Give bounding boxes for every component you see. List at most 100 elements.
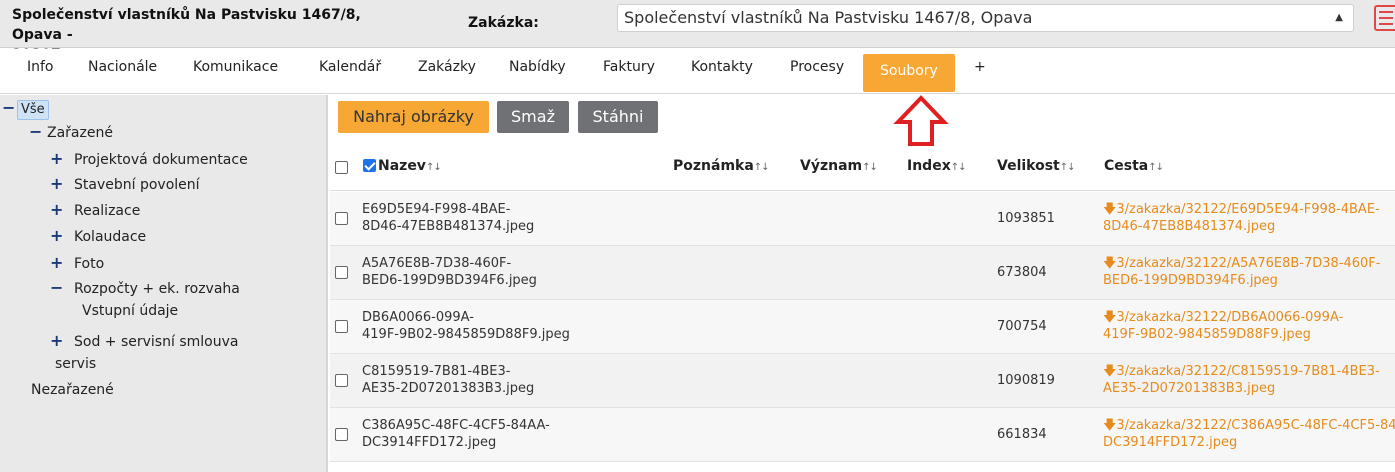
file-path-line[interactable]: 419F-9B02-9845859D88F9.jpeg xyxy=(1103,326,1395,343)
table-header: Nazev↑↓ Poznámka↑↓ Význam↑↓ Index↑↓ Veli… xyxy=(330,141,1395,191)
sort-icon[interactable]: ↑↓ xyxy=(951,162,967,173)
tab-kontakty[interactable]: Kontakty xyxy=(691,59,753,75)
tree-item-realizace[interactable]: + Realizace xyxy=(50,200,140,219)
file-name: C386A95C-48FC-4CF5-84AA- DC3914FFD172.jpe… xyxy=(362,417,592,451)
tree-item-label: Nezařazené xyxy=(31,382,114,398)
upload-images-button[interactable]: Nahraj obrázky xyxy=(338,101,489,133)
download-button[interactable]: Stáhni xyxy=(578,101,658,133)
tab-info[interactable]: Info xyxy=(27,59,54,75)
file-name: A5A76E8B-7D38-460F- BED6-199D9BD394F6.jpe… xyxy=(362,255,592,289)
file-name: E69D5E94-F998-4BAE- 8D46-47EB8B481374.jpe… xyxy=(362,201,592,235)
expand-icon[interactable]: + xyxy=(50,226,74,245)
tree-item-label: Projektová dokumentace xyxy=(74,152,248,168)
file-name-line: 8D46-47EB8B481374.jpeg xyxy=(362,219,535,234)
file-table: Nazev↑↓ Poznámka↑↓ Význam↑↓ Index↑↓ Veli… xyxy=(330,141,1395,472)
tab-nabidky[interactable]: Nabídky xyxy=(509,59,566,75)
header-bar: Společenství vlastníků Na Pastvisku 1467… xyxy=(0,0,1395,63)
column-header-index[interactable]: Index↑↓ xyxy=(907,158,966,174)
collapse-icon[interactable]: − xyxy=(50,278,74,297)
file-path-line[interactable]: DC3914FFD172.jpeg xyxy=(1103,434,1395,451)
tab-soubory[interactable]: Soubory xyxy=(863,54,955,92)
tree-item-kolaudace[interactable]: + Kolaudace xyxy=(50,226,146,245)
name-column-checkbox[interactable] xyxy=(363,159,376,172)
select-all-checkbox[interactable] xyxy=(335,161,348,174)
tab-procesy[interactable]: Procesy xyxy=(790,59,844,75)
file-path-line[interactable]: 🡇3/zakazka/32122/C8159519-7B81-4BE3- xyxy=(1103,363,1395,380)
file-path-line[interactable]: 🡇3/zakazka/32122/A5A76E8B-7D38-460F- xyxy=(1103,255,1395,272)
tab-zakazky[interactable]: Zakázky xyxy=(418,59,476,75)
file-name-line: AE35-2D07201383B3.jpeg xyxy=(362,381,535,396)
tree-item-vstupni[interactable]: Vstupní údaje xyxy=(82,303,178,319)
file-path-line[interactable]: 🡇3/zakazka/32122/C386A95C-48FC-4CF5-84AA… xyxy=(1103,417,1395,434)
tree-item-label: Stavební povolení xyxy=(74,177,200,193)
file-path-line[interactable]: 🡇3/zakazka/32122/DB6A0066-099A- xyxy=(1103,309,1395,326)
tree-root-label[interactable]: Vše xyxy=(17,100,49,120)
file-name-line: 419F-9B02-9845859D88F9.jpeg xyxy=(362,327,570,342)
file-path-line[interactable]: AE35-2D07201383B3.jpeg xyxy=(1103,380,1395,397)
table-row[interactable]: E69D5E94-F998-4BAE- 8D46-47EB8B481374.jpe… xyxy=(330,192,1395,246)
collapse-icon[interactable]: − xyxy=(29,122,47,141)
column-header-name[interactable]: Nazev↑↓ xyxy=(378,158,442,174)
tree-item-stavebni[interactable]: + Stavební povolení xyxy=(50,174,200,193)
project-title-line1: Společenství vlastníků Na Pastvisku 1467… xyxy=(12,7,361,43)
tree-item-label: servis xyxy=(55,356,97,372)
expand-icon[interactable]: + xyxy=(50,174,74,193)
tab-nacionale[interactable]: Nacionále xyxy=(88,59,157,75)
expand-icon[interactable]: + xyxy=(50,331,74,350)
table-row[interactable]: C8159519-7B81-4BE3- AE35-2D07201383B3.jpe… xyxy=(330,354,1395,408)
tab-faktury[interactable]: Faktury xyxy=(603,59,655,75)
column-header-path[interactable]: Cesta↑↓ xyxy=(1104,158,1164,174)
sort-icon[interactable]: ↑↓ xyxy=(1148,162,1164,173)
sort-icon[interactable]: ↑↓ xyxy=(862,162,878,173)
file-path-line[interactable]: 8D46-47EB8B481374.jpeg xyxy=(1103,218,1395,235)
tree-item-projektova[interactable]: + Projektová dokumentace xyxy=(50,149,248,168)
zakazka-select[interactable]: Společenství vlastníků Na Pastvisku 1467… xyxy=(617,4,1354,32)
expand-icon[interactable]: + xyxy=(50,253,74,272)
file-path-line[interactable]: 🡇3/zakazka/32122/E69D5E94-F998-4BAE- xyxy=(1103,201,1395,218)
tree-item-nezarazene[interactable]: Nezařazené xyxy=(31,382,114,398)
row-checkbox[interactable] xyxy=(335,320,348,333)
tab-kalendar[interactable]: Kalendář xyxy=(319,59,381,75)
file-path-link[interactable]: 🡇3/zakazka/32122/A5A76E8B-7D38-460F- BED6… xyxy=(1103,255,1395,289)
row-checkbox[interactable] xyxy=(335,374,348,387)
tab-add[interactable]: + xyxy=(974,59,986,75)
tree-item-servis[interactable]: servis xyxy=(55,356,96,372)
sort-icon[interactable]: ↑↓ xyxy=(1060,162,1076,173)
file-path-link[interactable]: 🡇3/zakazka/32122/C8159519-7B81-4BE3- AE35… xyxy=(1103,363,1395,397)
file-name: DB6A0066-099A- 419F-9B02-9845859D88F9.jpe… xyxy=(362,309,592,343)
sort-icon[interactable]: ↑↓ xyxy=(754,162,770,173)
document-icon[interactable] xyxy=(1374,5,1395,31)
tree-item-rozpocty[interactable]: − Rozpočty + ek. rozvaha xyxy=(50,278,240,297)
file-name-line: C386A95C-48FC-4CF5-84AA- xyxy=(362,418,550,433)
file-path-link[interactable]: 🡇3/zakazka/32122/E69D5E94-F998-4BAE- 8D46… xyxy=(1103,201,1395,235)
row-checkbox[interactable] xyxy=(335,428,348,441)
row-checkbox[interactable] xyxy=(335,212,348,225)
tree-root[interactable]: − Vše xyxy=(2,98,49,120)
tab-bar: Info Nacionále Komunikace Kalendář Zakáz… xyxy=(0,49,1395,94)
column-index-label: Index xyxy=(907,158,951,174)
column-header-note[interactable]: Poznámka↑↓ xyxy=(673,158,770,174)
tree-item-zarazene[interactable]: − Zařazené xyxy=(29,122,113,141)
table-row[interactable]: A5A76E8B-7D38-460F- BED6-199D9BD394F6.jpe… xyxy=(330,246,1395,300)
tree-item-label: Sod + servisní smlouva xyxy=(74,334,239,350)
delete-button[interactable]: Smaž xyxy=(497,101,569,133)
file-path-link[interactable]: 🡇3/zakazka/32122/C386A95C-48FC-4CF5-84AA… xyxy=(1103,417,1395,451)
tree-item-foto[interactable]: + Foto xyxy=(50,253,104,272)
table-row[interactable]: DB6A0066-099A- 419F-9B02-9845859D88F9.jpe… xyxy=(330,300,1395,354)
column-header-meaning[interactable]: Význam↑↓ xyxy=(800,158,878,174)
row-checkbox[interactable] xyxy=(335,266,348,279)
sort-icon[interactable]: ↑↓ xyxy=(426,162,442,173)
tab-komunikace[interactable]: Komunikace xyxy=(193,59,278,75)
column-header-size[interactable]: Velikost↑↓ xyxy=(997,158,1076,174)
column-path-label: Cesta xyxy=(1104,158,1149,174)
column-name-label: Nazev xyxy=(378,158,426,174)
expand-icon[interactable]: + xyxy=(50,200,74,219)
file-path-link[interactable]: 🡇3/zakazka/32122/DB6A0066-099A- 419F-9B02… xyxy=(1103,309,1395,343)
table-row[interactable]: C386A95C-48FC-4CF5-84AA- DC3914FFD172.jpe… xyxy=(330,408,1395,462)
file-name-line: DB6A0066-099A- xyxy=(362,310,474,325)
tree-item-sod[interactable]: + Sod + servisní smlouva xyxy=(50,331,238,350)
tree-item-label: Realizace xyxy=(74,203,141,219)
expand-icon[interactable]: + xyxy=(50,149,74,168)
file-path-line[interactable]: BED6-199D9BD394F6.jpeg xyxy=(1103,272,1395,289)
collapse-icon[interactable]: − xyxy=(2,98,17,117)
